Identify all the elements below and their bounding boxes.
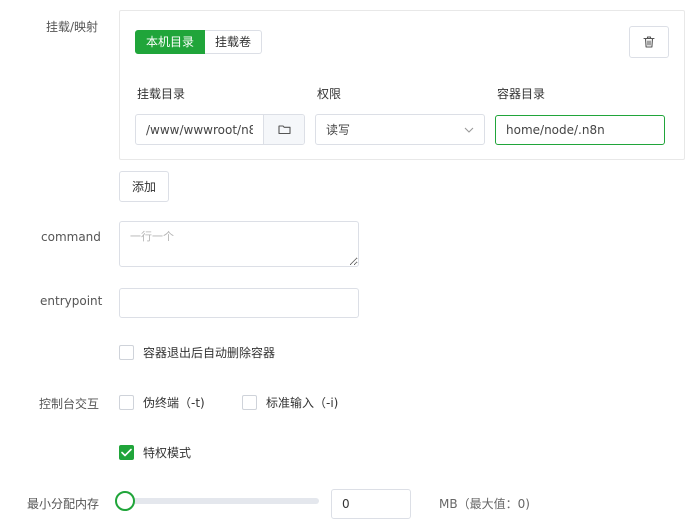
auto-remove-checkbox-box [119, 345, 134, 360]
browse-folder-button[interactable] [263, 115, 304, 144]
add-mount-button[interactable]: 添加 [119, 171, 169, 202]
min-memory-hint: MB（最大值：0) [439, 497, 530, 511]
mount-type-volume-option[interactable]: 挂载卷 [205, 30, 263, 54]
min-memory-slider-track[interactable] [125, 498, 319, 504]
console-label: 控制台交互 [39, 397, 100, 411]
mount-label: 挂载/映射 [46, 20, 99, 34]
host-dir-input[interactable] [136, 115, 263, 144]
auto-remove-label: 容器退出后自动删除容器 [143, 346, 276, 360]
chevron-down-icon [464, 127, 474, 133]
entrypoint-input[interactable] [119, 288, 359, 318]
stdin-label: 标准输入（-i) [266, 396, 339, 410]
permission-selected-value: 读写 [326, 123, 351, 137]
min-memory-input[interactable] [331, 489, 411, 519]
entrypoint-label: entrypoint [40, 294, 103, 308]
command-label: command [41, 230, 101, 244]
container-dir-input[interactable] [506, 123, 654, 137]
mount-type-host-dir-option[interactable]: 本机目录 [135, 30, 206, 54]
tty-label: 伪终端（-t) [143, 396, 205, 410]
checkmark-icon [121, 448, 132, 457]
permission-column-header: 权限 [317, 87, 342, 101]
tty-checkbox[interactable]: 伪终端（-t) [119, 394, 205, 411]
delete-mount-button[interactable] [629, 26, 669, 58]
auto-remove-checkbox[interactable]: 容器退出后自动删除容器 [119, 344, 275, 361]
privileged-checkbox[interactable]: 特权模式 [119, 444, 191, 461]
host-dir-column-header: 挂载目录 [137, 87, 186, 101]
stdin-checkbox-box [242, 395, 257, 410]
min-memory-slider-thumb[interactable] [115, 491, 135, 511]
container-dir-field [495, 115, 665, 145]
mount-type-segmented-control: 本机目录 挂载卷 [135, 30, 263, 54]
trash-icon [643, 36, 655, 48]
permission-select[interactable]: 读写 [315, 114, 485, 145]
stdin-checkbox[interactable]: 标准输入（-i) [242, 394, 338, 411]
privileged-checkbox-box [119, 445, 134, 460]
tty-checkbox-box [119, 395, 134, 410]
privileged-label: 特权模式 [143, 446, 192, 460]
min-memory-label: 最小分配内存 [27, 497, 100, 511]
folder-icon [277, 125, 291, 135]
container-dir-column-header: 容器目录 [497, 87, 546, 101]
host-dir-field [135, 114, 305, 145]
command-textarea[interactable] [119, 221, 359, 267]
